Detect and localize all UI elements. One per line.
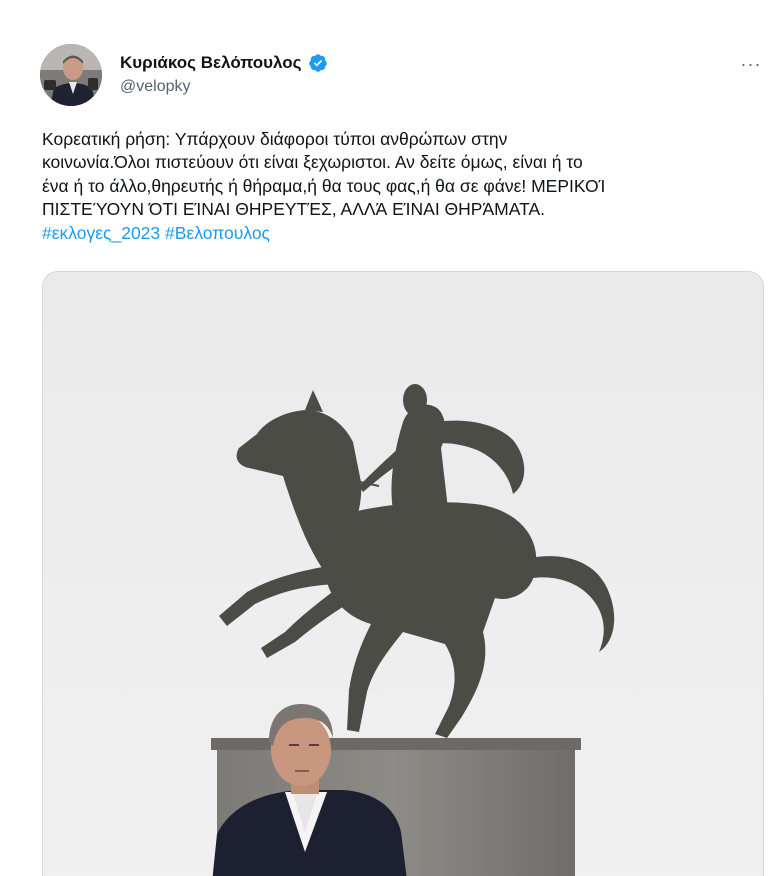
tweet-text-line: ένα ή το άλλο,θηρευτής ή θήραμα,ή θα του… (42, 175, 606, 196)
tweet-text-line: ΠΙΣΤΕΎΟΥΝ ΌΤΙ ΕΊΝΑΙ ΘΗΡΕΥΤΈΣ, ΑΛΛΆ ΕΊΝΑΙ… (42, 199, 546, 220)
hashtag-link[interactable]: #Βελοπουλος (165, 223, 270, 243)
hashtags-line: #εκλογες_2023 #Βελοπουλος (42, 222, 762, 245)
tweet-header: Κυριάκος Βελόπουλος @velopky ··· (40, 44, 775, 108)
tweet-text-line: κοινωνία.Όλοι πιστεύουν ότι είναι ξεχωρι… (42, 152, 583, 173)
tweet-media-photo[interactable] (42, 271, 764, 876)
avatar-photo-icon (40, 44, 102, 106)
name-row: Κυριάκος Βελόπουλος (120, 52, 328, 74)
avatar[interactable] (40, 44, 102, 106)
tweet-text: Κορεατική ρήση: Υπάρχουν διάφοροι τύποι … (42, 128, 762, 245)
display-name[interactable]: Κυριάκος Βελόπουλος (120, 53, 302, 73)
tweet-card: Κυριάκος Βελόπουλος @velopky ··· Κορεατι… (0, 0, 775, 876)
verified-badge-icon (308, 53, 328, 73)
tweet-text-line: Κορεατική ρήση: Υπάρχουν διάφοροι τύποι … (42, 129, 508, 149)
author-info: Κυριάκος Βελόπουλος @velopky (120, 52, 328, 96)
handle[interactable]: @velopky (120, 78, 328, 96)
hashtag-link[interactable]: #εκλογες_2023 (42, 223, 160, 243)
photo-statue-and-man-icon (43, 272, 763, 876)
more-options-icon[interactable]: ··· (737, 54, 765, 74)
